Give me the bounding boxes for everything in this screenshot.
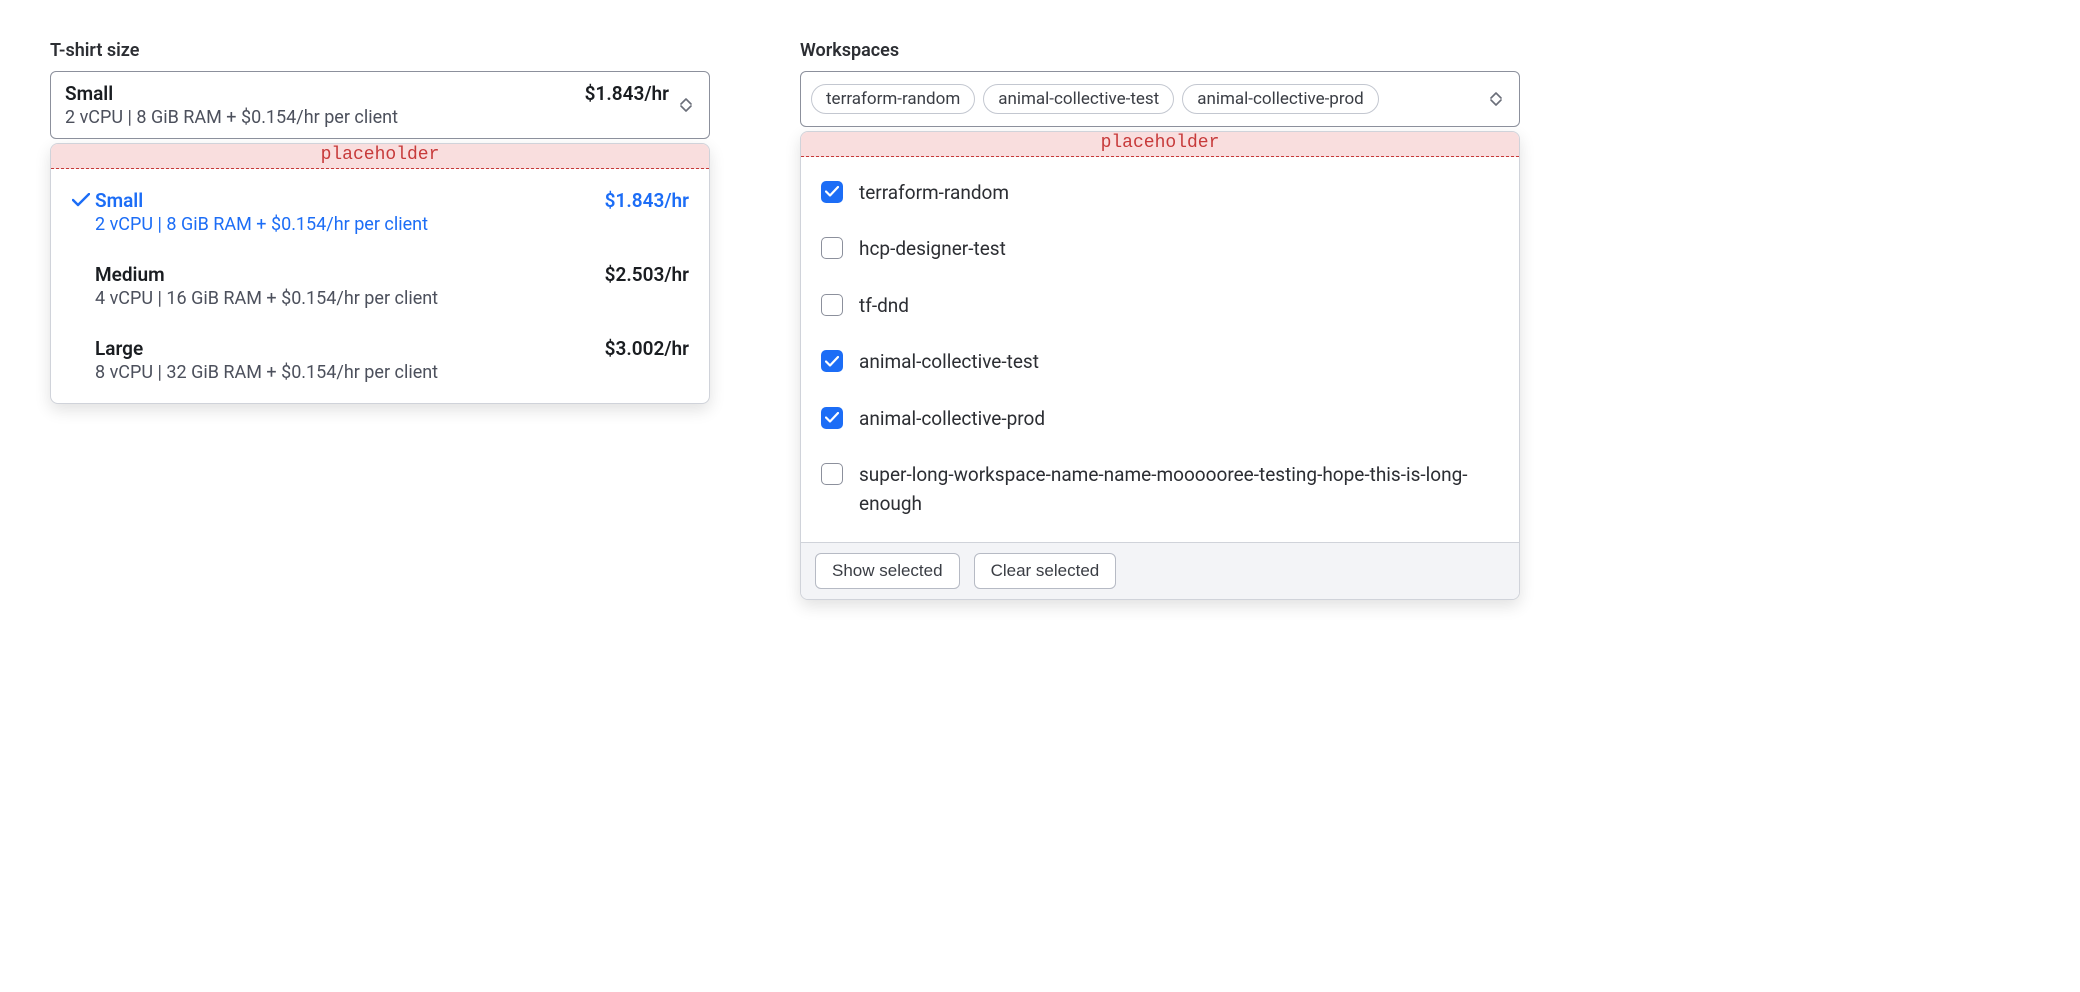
checkmark-icon [67,263,95,267]
checkbox[interactable] [821,407,843,429]
option-price: $1.843/hr [605,189,689,212]
tshirt-option[interactable]: Small $1.843/hr2 vCPU | 8 GiB RAM + $0.15… [51,175,709,249]
placeholder-banner: placeholder [801,132,1519,157]
workspace-option-label: animal-collective-prod [859,405,1045,434]
workspace-option-label: tf-dnd [859,292,909,321]
checkbox[interactable] [821,350,843,372]
tshirt-size-section: T-shirt size Small $1.843/hr 2 vCPU | 8 … [50,40,710,404]
workspace-tag[interactable]: animal-collective-prod [1182,84,1379,114]
checkbox[interactable] [821,181,843,203]
tshirt-size-select-trigger[interactable]: Small $1.843/hr 2 vCPU | 8 GiB RAM + $0.… [50,71,710,139]
workspace-tag[interactable]: terraform-random [811,84,975,114]
show-selected-button[interactable]: Show selected [815,553,960,589]
tshirt-size-dropdown: placeholder Small $1.843/hr2 vCPU | 8 GiB… [50,143,710,404]
option-name: Medium [95,263,165,286]
workspace-option[interactable]: animal-collective-test [801,334,1519,391]
tshirt-selected-name: Small [65,82,113,105]
option-desc: 8 vCPU | 32 GiB RAM + $0.154/hr per clie… [95,362,689,383]
workspace-option[interactable]: terraform-random [801,165,1519,222]
select-caret-icon [677,98,695,112]
tshirt-option[interactable]: Medium $2.503/hr4 vCPU | 16 GiB RAM + $0.… [51,249,709,323]
option-name: Small [95,189,143,212]
checkbox[interactable] [821,463,843,485]
workspace-option-label: terraform-random [859,179,1009,208]
workspaces-section: Workspaces terraform-random animal-collec… [800,40,1520,600]
workspaces-select-trigger[interactable]: terraform-random animal-collective-test an… [800,71,1520,127]
tshirt-size-label: T-shirt size [50,40,710,61]
select-caret-icon [1487,92,1505,106]
option-name: Large [95,337,143,360]
checkbox[interactable] [821,294,843,316]
checkmark-icon [67,337,95,341]
workspace-option-label: super-long-workspace-name-name-moooooree… [859,461,1499,518]
option-desc: 2 vCPU | 8 GiB RAM + $0.154/hr per clien… [95,214,689,235]
workspace-option[interactable]: hcp-designer-test [801,221,1519,278]
workspaces-dropdown: placeholder terraform-random hcp-designer… [800,131,1520,600]
workspace-option[interactable]: super-long-workspace-name-name-moooooree… [801,447,1519,532]
checkbox[interactable] [821,237,843,259]
workspaces-dropdown-footer: Show selected Clear selected [801,542,1519,599]
option-price: $2.503/hr [605,263,689,286]
tshirt-selected-price: $1.843/hr [585,82,669,105]
option-desc: 4 vCPU | 16 GiB RAM + $0.154/hr per clie… [95,288,689,309]
workspace-option[interactable]: animal-collective-prod [801,391,1519,448]
workspace-option[interactable]: tf-dnd [801,278,1519,335]
tshirt-option[interactable]: Large $3.002/hr8 vCPU | 32 GiB RAM + $0.1… [51,323,709,397]
workspace-option-label: hcp-designer-test [859,235,1006,264]
clear-selected-button[interactable]: Clear selected [974,553,1117,589]
workspace-tag[interactable]: animal-collective-test [983,84,1174,114]
placeholder-banner: placeholder [51,144,709,169]
checkmark-icon [67,189,95,207]
option-price: $3.002/hr [605,337,689,360]
tshirt-selected-desc: 2 vCPU | 8 GiB RAM + $0.154/hr per clien… [65,107,669,128]
workspace-option-label: animal-collective-test [859,348,1039,377]
workspaces-label: Workspaces [800,40,1520,61]
